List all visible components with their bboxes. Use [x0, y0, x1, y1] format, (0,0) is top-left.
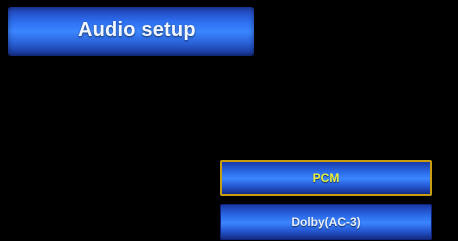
option-dolby-ac3-label: Dolby(AC-3) — [291, 215, 361, 229]
option-pcm[interactable]: PCM — [220, 160, 432, 196]
title-bar: Audio setup — [8, 7, 254, 56]
option-dolby-ac3[interactable]: Dolby(AC-3) — [220, 204, 432, 240]
audio-setup-screen: Audio setup PCM Dolby(AC-3) — [0, 0, 458, 241]
page-title: Audio setup — [78, 19, 196, 41]
option-pcm-label: PCM — [312, 171, 340, 185]
